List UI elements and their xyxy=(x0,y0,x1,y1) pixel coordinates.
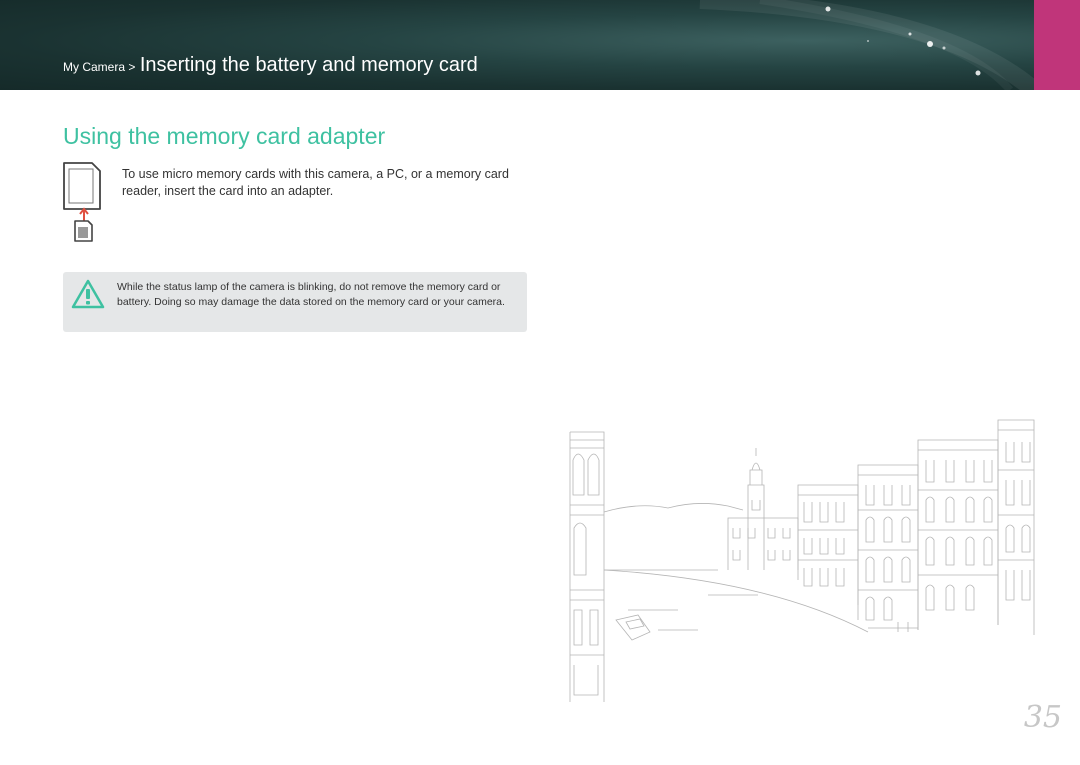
warning-triangle-icon xyxy=(71,279,105,309)
body-paragraph: To use micro memory cards with this came… xyxy=(122,167,509,198)
venice-canal-illustration xyxy=(569,419,1035,702)
page-number: 35 xyxy=(1023,700,1062,735)
warning-box: While the status lamp of the camera is b… xyxy=(63,272,527,332)
breadcrumb-parent: My Camera > xyxy=(63,60,136,74)
breadcrumb: My Camera > Inserting the battery and me… xyxy=(63,54,478,77)
memory-card-adapter-icon xyxy=(63,162,101,242)
section-title: Using the memory card adapter xyxy=(63,123,386,149)
header-banner: My Camera > Inserting the battery and me… xyxy=(0,0,1034,90)
chapter-tab xyxy=(1034,0,1080,90)
warning-text: While the status lamp of the camera is b… xyxy=(117,281,505,308)
breadcrumb-current: Inserting the battery and memory card xyxy=(139,54,478,76)
